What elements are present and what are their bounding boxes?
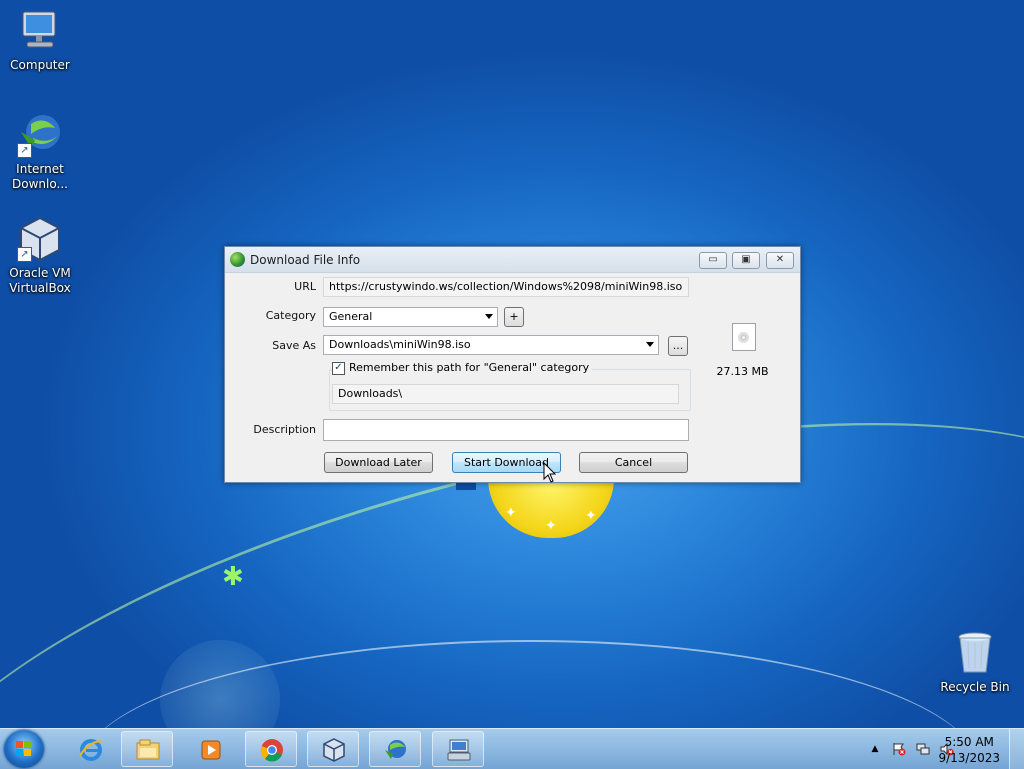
save-as-value: Downloads\miniWin98.iso <box>329 338 471 351</box>
category-value: General <box>329 310 373 323</box>
taskbar-chrome[interactable] <box>245 731 297 767</box>
internet-download-manager-icon <box>385 740 406 759</box>
chrome-icon <box>260 739 283 762</box>
start-button[interactable] <box>4 730 44 768</box>
desktop-icon-label: Computer <box>10 58 70 72</box>
url-label: URL <box>294 280 316 293</box>
internet-download-manager-icon <box>230 252 245 267</box>
browse-button[interactable]: ... <box>668 336 688 356</box>
chevron-down-icon <box>485 314 493 319</box>
windows-logo-icon <box>16 741 32 757</box>
maximize-icon: ▣ <box>741 254 751 265</box>
taskbar-virtualbox[interactable] <box>307 731 359 767</box>
taskbar-internet-explorer[interactable] <box>64 731 116 767</box>
wallpaper-glow <box>160 640 280 728</box>
desktop-icon-label: Recycle Bin <box>940 680 1010 694</box>
wallpaper-star: ✱ <box>222 562 244 592</box>
shortcut-arrow-icon: ↗ <box>17 143 32 158</box>
remember-path-label[interactable]: Remember this path for "General" categor… <box>346 361 593 374</box>
add-category-button[interactable]: + <box>504 307 524 327</box>
dialog-title: Download File Info <box>250 253 361 267</box>
wallpaper-sparkle: ✦ <box>545 518 557 534</box>
description-input[interactable] <box>323 419 689 441</box>
taskbar-file-explorer[interactable] <box>121 731 173 767</box>
network-icon[interactable] <box>916 742 930 756</box>
remembered-path-field: Downloads\ <box>332 384 679 404</box>
file-explorer-icon <box>136 739 160 760</box>
desktop-icon-computer[interactable]: Computer <box>2 8 78 73</box>
clock[interactable]: 5:50 AM 9/13/2023 <box>938 734 1000 766</box>
cancel-button[interactable]: Cancel <box>579 452 688 473</box>
taskbar-keyboard-app[interactable] <box>432 731 484 767</box>
desktop-icon-label: Internet Downlo... <box>12 162 68 191</box>
internet-explorer-icon <box>79 739 103 761</box>
computer-icon <box>17 8 63 54</box>
keyboard-app-icon <box>447 739 471 761</box>
wallpaper-sparkle: ✦ <box>585 508 597 524</box>
shortcut-arrow-icon: ↗ <box>17 247 32 262</box>
virtualbox-icon <box>323 738 345 762</box>
media-player-icon <box>201 740 221 760</box>
minimize-icon: ▭ <box>708 254 718 265</box>
clock-date: 9/13/2023 <box>938 751 1000 765</box>
download-file-info-dialog: Download File Info ▭ ▣ ✕ URL https://cru… <box>224 246 801 483</box>
desktop-icon-virtualbox[interactable]: ↗ Oracle VM VirtualBox <box>2 216 78 296</box>
virtualbox-icon: ↗ <box>17 216 63 262</box>
desktop-icon-label: Oracle VM VirtualBox <box>9 266 71 295</box>
clock-time: 5:50 AM <box>944 735 994 749</box>
close-icon: ✕ <box>775 254 785 265</box>
title-bar[interactable]: Download File Info ▭ ▣ ✕ <box>225 247 800 273</box>
download-later-button[interactable]: Download Later <box>324 452 433 473</box>
desktop-icon-internet-download-manager[interactable]: ↗ Internet Downlo... <box>2 112 78 192</box>
system-tray: ▲ 5:50 AM 9/13/2023 <box>824 729 1024 769</box>
wallpaper-sparkle: ✦ <box>505 505 517 521</box>
maximize-button[interactable]: ▣ <box>732 252 760 269</box>
recycle-bin-icon <box>952 630 998 676</box>
save-as-label: Save As <box>272 339 316 352</box>
taskbar-internet-download-manager[interactable] <box>369 731 421 767</box>
close-button[interactable]: ✕ <box>766 252 794 269</box>
chevron-down-icon <box>646 342 654 347</box>
show-hidden-icons-button[interactable]: ▲ <box>868 742 882 756</box>
category-label: Category <box>265 309 316 322</box>
url-field[interactable]: https://crustywindo.ws/collection/Window… <box>323 277 689 297</box>
category-select[interactable]: General <box>323 307 498 327</box>
file-size: 27.13 MB <box>716 365 769 378</box>
remember-path-checkbox[interactable]: ✓ <box>332 362 345 375</box>
mouse-cursor-icon <box>543 462 557 483</box>
description-label: Description <box>253 423 316 436</box>
desktop-icon-recycle-bin[interactable]: Recycle Bin <box>937 630 1013 695</box>
taskbar-media-player[interactable] <box>184 731 236 767</box>
minimize-button[interactable]: ▭ <box>699 252 727 269</box>
internet-download-manager-icon: ↗ <box>17 112 63 158</box>
taskbar: ▲ 5:50 AM 9/13/2023 <box>0 728 1024 769</box>
action-center-icon[interactable] <box>892 742 906 756</box>
save-as-select[interactable]: Downloads\miniWin98.iso <box>323 335 659 355</box>
show-desktop-button[interactable] <box>1009 729 1024 769</box>
file-type-icon <box>732 323 756 351</box>
